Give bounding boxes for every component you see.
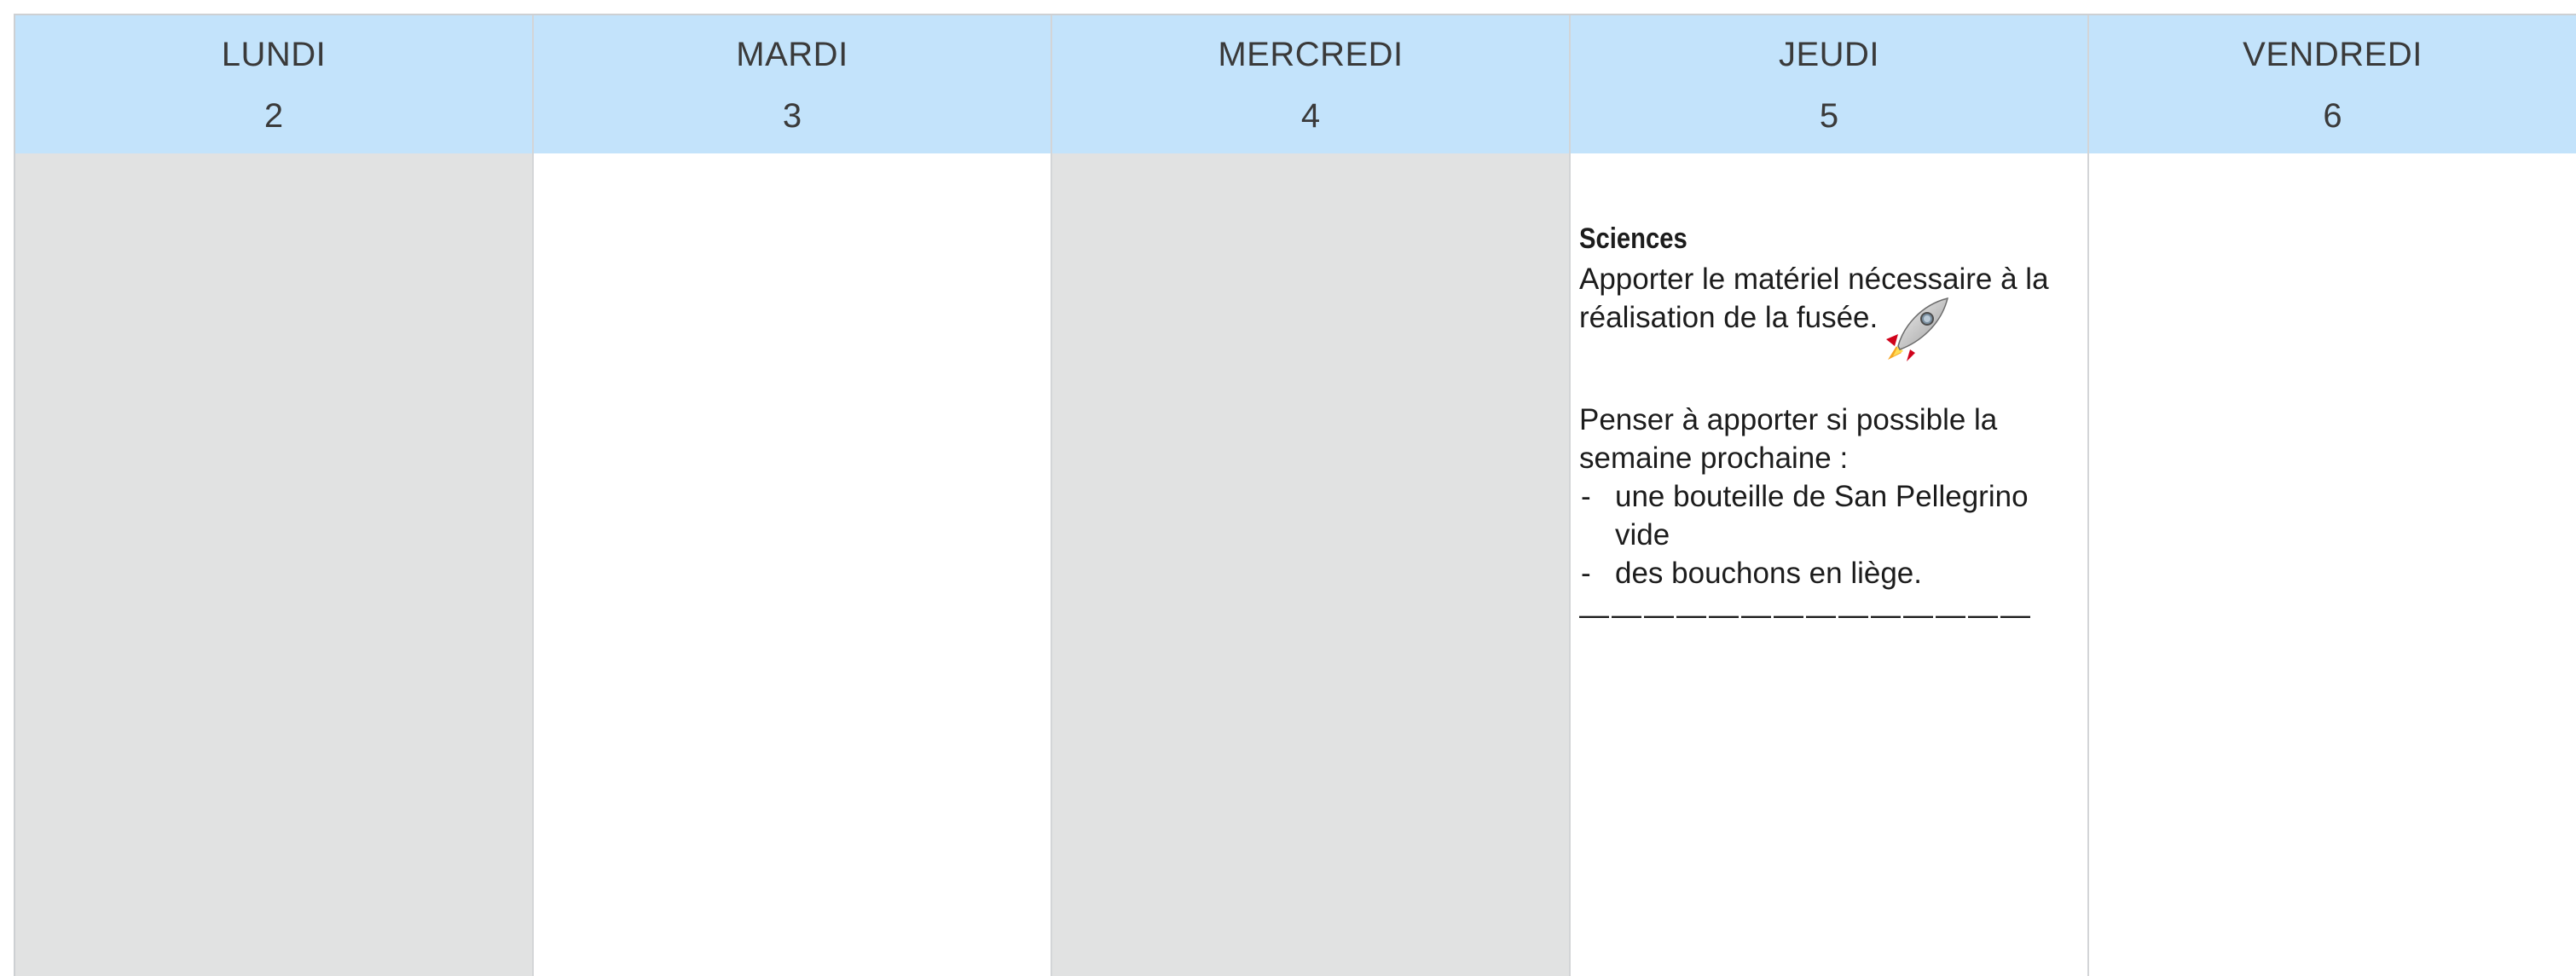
homework-note[interactable]: Sciences Apporter le matériel nécessaire… [1571,153,2087,634]
day-number: 5 [1819,97,1839,135]
week-calendar: LUNDI 2 MARDI 3 MERCREDI 4 JEUDI 5 Scien… [14,14,2576,976]
day-name: VENDREDI [2243,36,2423,73]
list-item-text: une bouteille de San Pellegrino vide [1615,480,2029,552]
day-number: 3 [782,97,802,135]
list-item: - une bouteille de San Pellegrino vide [1579,477,2077,554]
day-name: JEUDI [1778,36,1880,73]
day-header-tuesday[interactable]: MARDI 3 [534,15,1051,153]
day-body-monday[interactable] [15,153,532,976]
day-header-wednesday[interactable]: MERCREDI 4 [1052,15,1569,153]
list-dash: - [1581,480,1591,513]
day-number: 6 [2323,97,2342,135]
list-dash: - [1581,557,1591,590]
day-column-wednesday: MERCREDI 4 [1052,15,1571,976]
day-column-monday: LUNDI 2 [15,15,534,976]
note-title: Sciences [1579,222,1687,255]
note-line-text: Apporter le matériel nécessaire à la réa… [1579,263,2049,334]
day-header-friday[interactable]: VENDREDI 6 [2089,15,2576,153]
day-column-tuesday: MARDI 3 [534,15,1052,976]
note-line: Penser à apporter si possible la semaine… [1579,403,1998,475]
day-number: 4 [1300,97,1321,135]
day-body-friday[interactable] [2089,153,2576,976]
list-item-text: des bouchons en liège. [1615,557,1922,590]
day-name: MERCREDI [1218,36,1404,73]
note-list: - une bouteille de San Pellegrino vide -… [1579,477,2077,592]
day-column-friday: VENDREDI 6 [2089,15,2576,976]
day-header-monday[interactable]: LUNDI 2 [15,15,532,153]
rocket-icon [1879,293,1953,367]
day-name: LUNDI [221,36,327,73]
day-body-thursday[interactable]: Sciences Apporter le matériel nécessaire… [1571,153,2087,976]
day-body-wednesday[interactable] [1052,153,1569,976]
note-separator: —————————————— [1579,598,2033,632]
day-column-thursday: JEUDI 5 Sciences Apporter le matériel né… [1571,15,2089,976]
day-header-thursday[interactable]: JEUDI 5 [1571,15,2087,153]
day-number: 2 [263,97,284,135]
note-line: Apporter le matériel nécessaire à la réa… [1579,260,2077,367]
list-item: - des bouchons en liège. [1579,554,2077,592]
day-body-tuesday[interactable] [534,153,1051,976]
note-spacer [1579,367,2077,401]
day-name: MARDI [736,36,848,73]
